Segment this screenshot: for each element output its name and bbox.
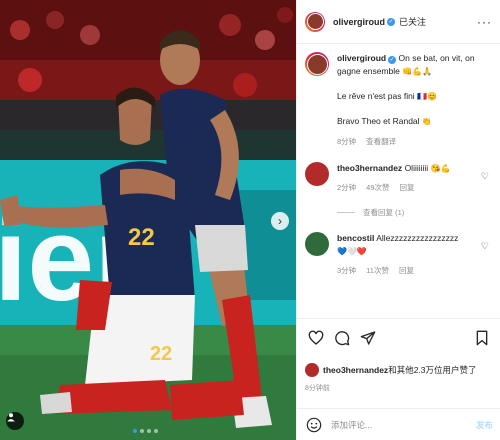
caption-username[interactable]: olivergiroud	[337, 53, 386, 63]
post-timestamp: 8分钟前	[305, 385, 330, 392]
carousel-dot	[147, 429, 151, 433]
comment-item: theo3hernandez Oliiiiiiii 😘💪 2分钟 49次赞 回复…	[305, 162, 493, 194]
comment-time: 3分钟	[337, 266, 357, 275]
comment-icon	[335, 331, 350, 346]
carousel-indicator	[133, 429, 158, 433]
carousel-dot	[154, 429, 158, 433]
author-avatar[interactable]	[305, 11, 325, 32]
post-side-panel: olivergiroud ✓ 已关注 ··· olivergiroud ✓ On …	[296, 0, 500, 440]
bookmark-icon	[476, 330, 488, 346]
post-comment-button[interactable]: 发布	[476, 419, 493, 431]
post-photo[interactable]: ien 22 22 ›	[0, 0, 296, 440]
reply-button[interactable]: 回复	[399, 264, 414, 277]
commenter-username[interactable]: theo3hernandez	[337, 163, 402, 173]
likes-count-text: 和其他2.3万位用户赞了	[388, 365, 477, 375]
comments-list[interactable]: olivergiroud ✓ On se bat, on vit, on gagn…	[297, 44, 500, 318]
next-photo-button[interactable]: ›	[271, 212, 289, 230]
comment-time: 2分钟	[337, 183, 357, 192]
comment-text: Oliiiiiiii	[404, 163, 429, 173]
smiley-icon	[306, 417, 322, 432]
comment-item: bencostil Allezzzzzzzzzzzzzzzz 💙🤍❤️ 3分钟 …	[305, 232, 493, 277]
view-replies-button[interactable]: 查看回复 (1)	[337, 207, 493, 218]
comment-text: Allezzzzzzzzzzzzzzzz	[376, 233, 459, 243]
caption-line-3-emoji: 👏	[421, 117, 432, 126]
liker-avatar	[305, 363, 319, 377]
see-translation-link[interactable]: 查看翻译	[366, 135, 396, 148]
more-options-icon[interactable]: ···	[477, 15, 492, 29]
replies-divider	[337, 212, 355, 213]
carousel-dot	[140, 429, 144, 433]
author-username[interactable]: olivergiroud	[333, 17, 385, 27]
caption-line-2: Le rêve n'est pas fini	[337, 91, 415, 101]
like-comment-heart-icon[interactable]: ♡	[481, 171, 489, 182]
caption: olivergiroud ✓ On se bat, on vit, on gagn…	[305, 52, 493, 148]
comment-button[interactable]	[331, 327, 353, 349]
like-button[interactable]	[305, 327, 327, 349]
liker-username[interactable]: theo3hernandez	[323, 365, 388, 375]
heart-icon	[308, 330, 324, 345]
shorts-number: 22	[150, 343, 172, 365]
emoji-button[interactable]	[305, 416, 323, 434]
comment-likes[interactable]: 49次赞	[366, 181, 389, 194]
post-actions: theo3hernandez和其他2.3万位用户赞了 8分钟前	[297, 318, 500, 408]
send-icon	[360, 331, 376, 345]
user-tag-icon	[7, 413, 15, 422]
caption-avatar[interactable]	[305, 52, 329, 76]
add-comment-bar: 添加评论... 发布	[297, 408, 500, 440]
comment-likes[interactable]: 11次赞	[366, 264, 389, 277]
jersey-number: 22	[128, 224, 155, 251]
caption-time: 8分钟	[337, 137, 357, 146]
comment-emoji: 💙🤍❤️	[337, 247, 367, 256]
commenter-username[interactable]: bencostil	[337, 233, 374, 243]
caption-line-1-emoji: 👊💪🙏	[402, 67, 433, 76]
commenter-avatar[interactable]	[305, 162, 329, 186]
like-comment-heart-icon[interactable]: ♡	[481, 241, 489, 252]
verified-icon: ✓	[387, 17, 396, 26]
reply-button[interactable]: 回复	[400, 181, 415, 194]
celebration-photo: ien 22 22	[0, 0, 296, 440]
add-comment-input[interactable]: 添加评论...	[331, 419, 476, 431]
tagged-users-button[interactable]	[6, 412, 24, 430]
view-replies-label[interactable]: 查看回复 (1)	[363, 207, 404, 218]
caption-line-3: Bravo Theo et Randal	[337, 116, 420, 126]
carousel-dot-active	[133, 429, 137, 433]
save-button[interactable]	[471, 327, 493, 349]
comment-emoji: 😘💪	[430, 164, 451, 173]
post-header: olivergiroud ✓ 已关注 ···	[297, 0, 500, 44]
caption-line-2-emoji: 🇫🇷😊	[417, 92, 437, 101]
commenter-avatar[interactable]	[305, 232, 329, 256]
verified-icon: ✓	[388, 56, 397, 64]
likes-summary[interactable]: theo3hernandez和其他2.3万位用户赞了	[305, 363, 493, 377]
following-label[interactable]: 已关注	[399, 15, 426, 28]
share-button[interactable]	[357, 327, 379, 349]
